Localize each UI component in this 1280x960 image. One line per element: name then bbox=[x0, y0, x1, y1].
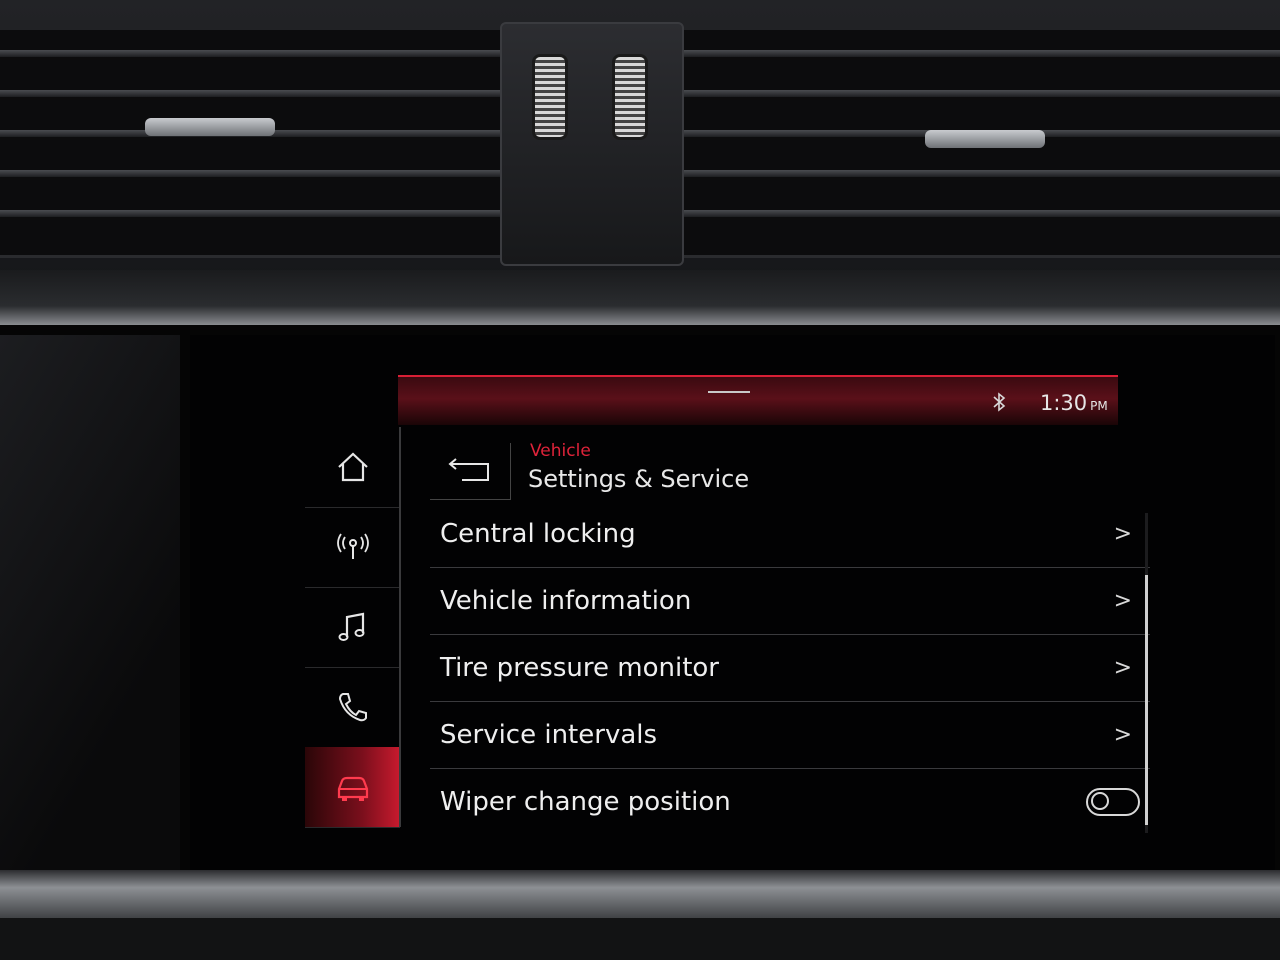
list-item-vehicle-information[interactable]: Vehicle information > bbox=[430, 568, 1150, 635]
vent-knob-right bbox=[925, 130, 1045, 148]
nav-media[interactable] bbox=[305, 587, 400, 668]
display-bottom-trim bbox=[0, 870, 1280, 920]
left-glass-panel bbox=[0, 335, 180, 875]
music-icon bbox=[338, 612, 364, 641]
settings-list: Central locking > Vehicle information > … bbox=[430, 501, 1150, 835]
vent-roller-left bbox=[532, 54, 568, 140]
clock-ampm: PM bbox=[1090, 399, 1108, 413]
chevron-right-icon: > bbox=[1113, 655, 1132, 681]
bluetooth-icon bbox=[990, 390, 1010, 414]
list-item-label: Wiper change position bbox=[440, 787, 731, 817]
vent-center-control bbox=[500, 22, 684, 266]
nav-home[interactable] bbox=[305, 427, 400, 508]
car-icon bbox=[337, 776, 368, 801]
breadcrumb: Vehicle bbox=[530, 441, 591, 461]
clock: 1:30 PM bbox=[1040, 391, 1108, 415]
side-navigation bbox=[305, 427, 400, 828]
radio-icon bbox=[336, 533, 369, 559]
scrollbar-thumb[interactable] bbox=[1145, 575, 1148, 825]
chevron-right-icon: > bbox=[1113, 521, 1132, 547]
list-item-tire-pressure-monitor[interactable]: Tire pressure monitor > bbox=[430, 635, 1150, 702]
car-dashboard: 1:30 PM Vehicle Settings & Service Centr… bbox=[0, 0, 1280, 960]
air-vent bbox=[0, 0, 1280, 285]
vent-knob-left bbox=[145, 118, 275, 136]
nav-radio[interactable] bbox=[305, 507, 400, 588]
wiper-toggle-switch[interactable] bbox=[1086, 788, 1140, 816]
list-item-label: Vehicle information bbox=[440, 586, 692, 616]
chevron-right-icon: > bbox=[1113, 722, 1132, 748]
nav-vehicle[interactable] bbox=[305, 747, 400, 828]
list-item-central-locking[interactable]: Central locking > bbox=[430, 501, 1150, 568]
dashboard-lower bbox=[0, 918, 1280, 960]
list-item-label: Central locking bbox=[440, 519, 636, 549]
status-bar-handle[interactable] bbox=[708, 391, 750, 393]
list-item-wiper-change-position[interactable]: Wiper change position bbox=[430, 769, 1150, 835]
list-item-label: Tire pressure monitor bbox=[440, 653, 719, 683]
page-title: Settings & Service bbox=[528, 465, 750, 493]
clock-time: 1:30 bbox=[1040, 391, 1088, 415]
chevron-right-icon: > bbox=[1113, 588, 1132, 614]
vent-roller-right bbox=[612, 54, 648, 140]
list-item-label: Service intervals bbox=[440, 720, 658, 750]
dashboard-trim bbox=[0, 270, 1280, 330]
status-bar[interactable] bbox=[398, 375, 1118, 425]
home-icon bbox=[337, 452, 368, 482]
infotainment-screen: 1:30 PM Vehicle Settings & Service Centr… bbox=[190, 335, 1275, 875]
nav-phone[interactable] bbox=[305, 667, 400, 748]
back-arrow-icon bbox=[448, 458, 489, 481]
phone-icon bbox=[338, 693, 367, 722]
list-item-service-intervals[interactable]: Service intervals > bbox=[430, 702, 1150, 769]
sidebar-divider bbox=[399, 427, 401, 827]
back-button[interactable] bbox=[430, 443, 511, 500]
